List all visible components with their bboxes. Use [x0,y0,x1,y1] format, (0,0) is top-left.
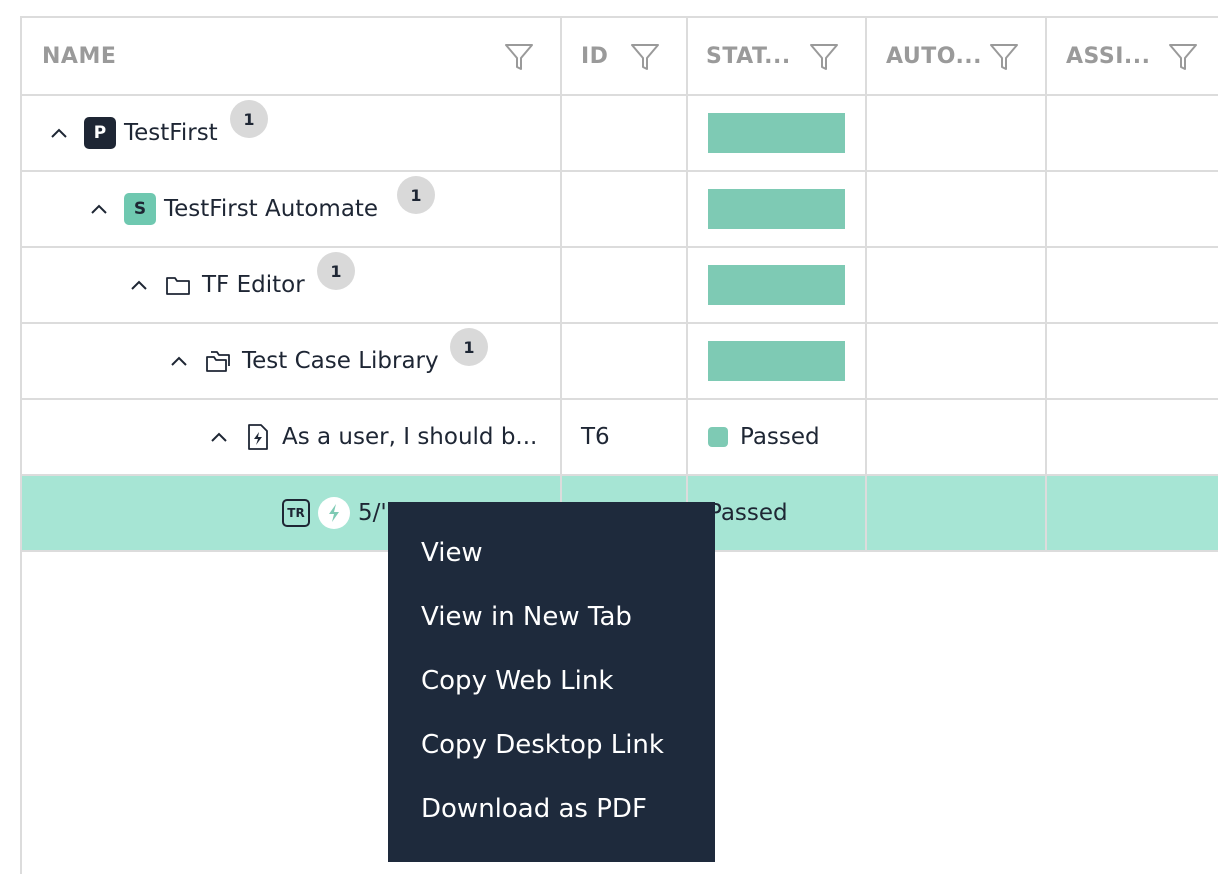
menu-item-copy-web-link[interactable]: Copy Web Link [421,666,613,696]
automation-bolt-icon [318,497,350,529]
column-header-label: STAT... [706,43,791,69]
column-divider [865,18,867,552]
status-dot [708,427,728,447]
row-name: TestFirst Automate [164,196,379,222]
count-badge: 1 [450,328,488,366]
folders-icon [206,351,230,372]
table-row[interactable]: TF Editor 1 [22,248,1218,324]
filter-icon[interactable] [809,42,839,72]
filter-icon[interactable] [989,42,1019,72]
row-name: TF Editor [202,272,305,298]
status-label: Passed [708,500,788,526]
row-name: Test Case Library [242,348,439,374]
project-badge: P [84,117,116,149]
status-cell: Passed [708,400,820,474]
column-header-assignee[interactable]: ASSI... [1066,18,1151,94]
table-row[interactable]: S TestFirst Automate 1 [22,172,1218,248]
suite-badge: S [124,193,156,225]
filter-icon[interactable] [504,42,534,72]
chevron-up-icon[interactable] [48,122,70,144]
table-row[interactable]: P TestFirst 1 [22,96,1218,172]
status-bar [708,341,845,381]
status-bar [708,265,845,305]
row-name: 5/' [358,500,387,526]
status-cell: Passed [708,476,788,550]
column-header-label: NAME [42,43,117,69]
row-name: As a user, I should b... [282,424,538,450]
column-header-label: AUTO... [886,43,983,69]
count-badge: 1 [230,100,268,138]
menu-item-view-new-tab[interactable]: View in New Tab [421,602,632,632]
status-bar [708,113,845,153]
chevron-up-icon[interactable] [208,426,230,448]
column-header-label: ID [581,43,609,69]
row-id: T6 [581,424,610,450]
column-header-id[interactable]: ID [581,18,608,94]
table-row[interactable]: Test Case Library 1 [22,324,1218,400]
chevron-up-icon[interactable] [168,350,190,372]
chevron-up-icon[interactable] [128,274,150,296]
count-badge: 1 [317,252,355,290]
automated-test-case-icon [248,424,268,450]
status-bar [708,189,845,229]
column-header-name[interactable]: NAME [42,18,116,94]
count-badge: 1 [397,176,435,214]
column-header-status[interactable]: STAT... [706,18,791,94]
table-row[interactable]: As a user, I should b... T6 Passed [22,400,1218,476]
folder-icon [166,277,190,295]
status-label: Passed [740,424,820,450]
menu-item-copy-desktop-link[interactable]: Copy Desktop Link [421,730,664,760]
column-divider [686,18,688,552]
filter-icon[interactable] [630,42,660,72]
context-menu: View View in New Tab Copy Web Link Copy … [388,502,715,862]
column-header-label: ASSI... [1066,43,1151,69]
row-name: TestFirst [124,120,218,146]
column-divider [1045,18,1047,552]
column-divider [560,18,562,552]
menu-item-download-pdf[interactable]: Download as PDF [421,794,647,824]
filter-icon[interactable] [1168,42,1198,72]
grid-header: NAME ID STAT... AUTO... ASSI... [22,18,1218,96]
test-run-badge: TR [282,499,310,527]
menu-item-view[interactable]: View [421,538,483,568]
chevron-up-icon[interactable] [88,198,110,220]
column-header-automation[interactable]: AUTO... [886,18,982,94]
